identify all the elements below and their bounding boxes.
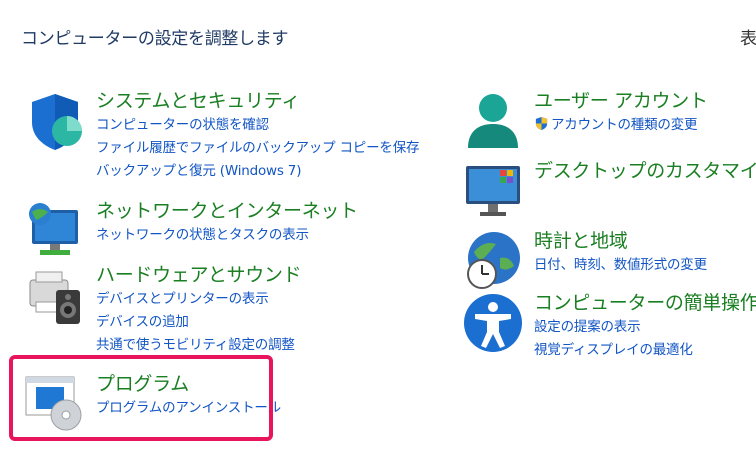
backup-restore-link[interactable]: バックアップと復元 (Windows 7) (96, 160, 419, 183)
shield-icon[interactable] (22, 88, 88, 154)
mobility-settings-link[interactable]: 共通で使うモビリティ設定の調整 (96, 334, 301, 357)
clock-globe-icon[interactable] (460, 228, 526, 294)
network-title[interactable]: ネットワークとインターネット (96, 198, 358, 224)
page-title: コンピューターの設定を調整します (21, 29, 289, 49)
user-accounts-title[interactable]: ユーザー アカウント (534, 88, 708, 114)
uac-shield-icon (535, 116, 548, 131)
network-globe-icon[interactable] (22, 198, 88, 264)
printer-speaker-icon[interactable] (22, 262, 88, 328)
view-by-label[interactable]: 表 (740, 24, 756, 49)
file-history-link[interactable]: ファイル履歴でファイルのバックアップ コピーを保存 (96, 137, 419, 160)
suggested-settings-link[interactable]: 設定の提案の表示 (534, 316, 756, 339)
change-account-type-link[interactable]: アカウントの種類の変更 (534, 114, 708, 137)
desktop-monitor-icon[interactable] (460, 158, 526, 224)
desktop-customize-title[interactable]: デスクトップのカスタマイズ (534, 158, 756, 184)
system-security-title[interactable]: システムとセキュリティ (96, 88, 419, 114)
date-time-format-link[interactable]: 日付、時刻、数値形式の変更 (534, 254, 707, 277)
category-system-security: システムとセキュリティ コンピューターの状態を確認 ファイル履歴でファイルのバッ… (22, 88, 419, 183)
hardware-sound-title[interactable]: ハードウェアとサウンド (96, 262, 302, 288)
programs-highlight-box (9, 355, 273, 441)
change-account-type-label: アカウントの種類の変更 (551, 117, 698, 133)
devices-printers-link[interactable]: デバイスとプリンターの表示 (96, 288, 301, 311)
category-clock-region: 時計と地域 日付、時刻、数値形式の変更 (460, 228, 707, 294)
category-network: ネットワークとインターネット ネットワークの状態とタスクの表示 (22, 198, 358, 264)
optimize-display-link[interactable]: 視覚ディスプレイの最適化 (534, 339, 756, 362)
category-desktop-customize: デスクトップのカスタマイズ (460, 158, 756, 224)
user-icon[interactable] (460, 88, 526, 154)
accessibility-icon[interactable] (460, 290, 526, 356)
category-ease-of-access: コンピューターの簡単操作 設定の提案の表示 視覚ディスプレイの最適化 (460, 290, 756, 362)
category-hardware-sound: ハードウェアとサウンド デバイスとプリンターの表示 デバイスの追加 共通で使うモ… (22, 262, 302, 357)
network-status-link[interactable]: ネットワークの状態とタスクの表示 (96, 224, 358, 247)
category-user-accounts: ユーザー アカウント アカウントの種類の変更 (460, 88, 708, 154)
clock-region-title[interactable]: 時計と地域 (534, 228, 707, 254)
ease-of-access-title[interactable]: コンピューターの簡単操作 (534, 290, 756, 316)
check-status-link[interactable]: コンピューターの状態を確認 (96, 114, 419, 137)
add-device-link[interactable]: デバイスの追加 (96, 311, 301, 334)
